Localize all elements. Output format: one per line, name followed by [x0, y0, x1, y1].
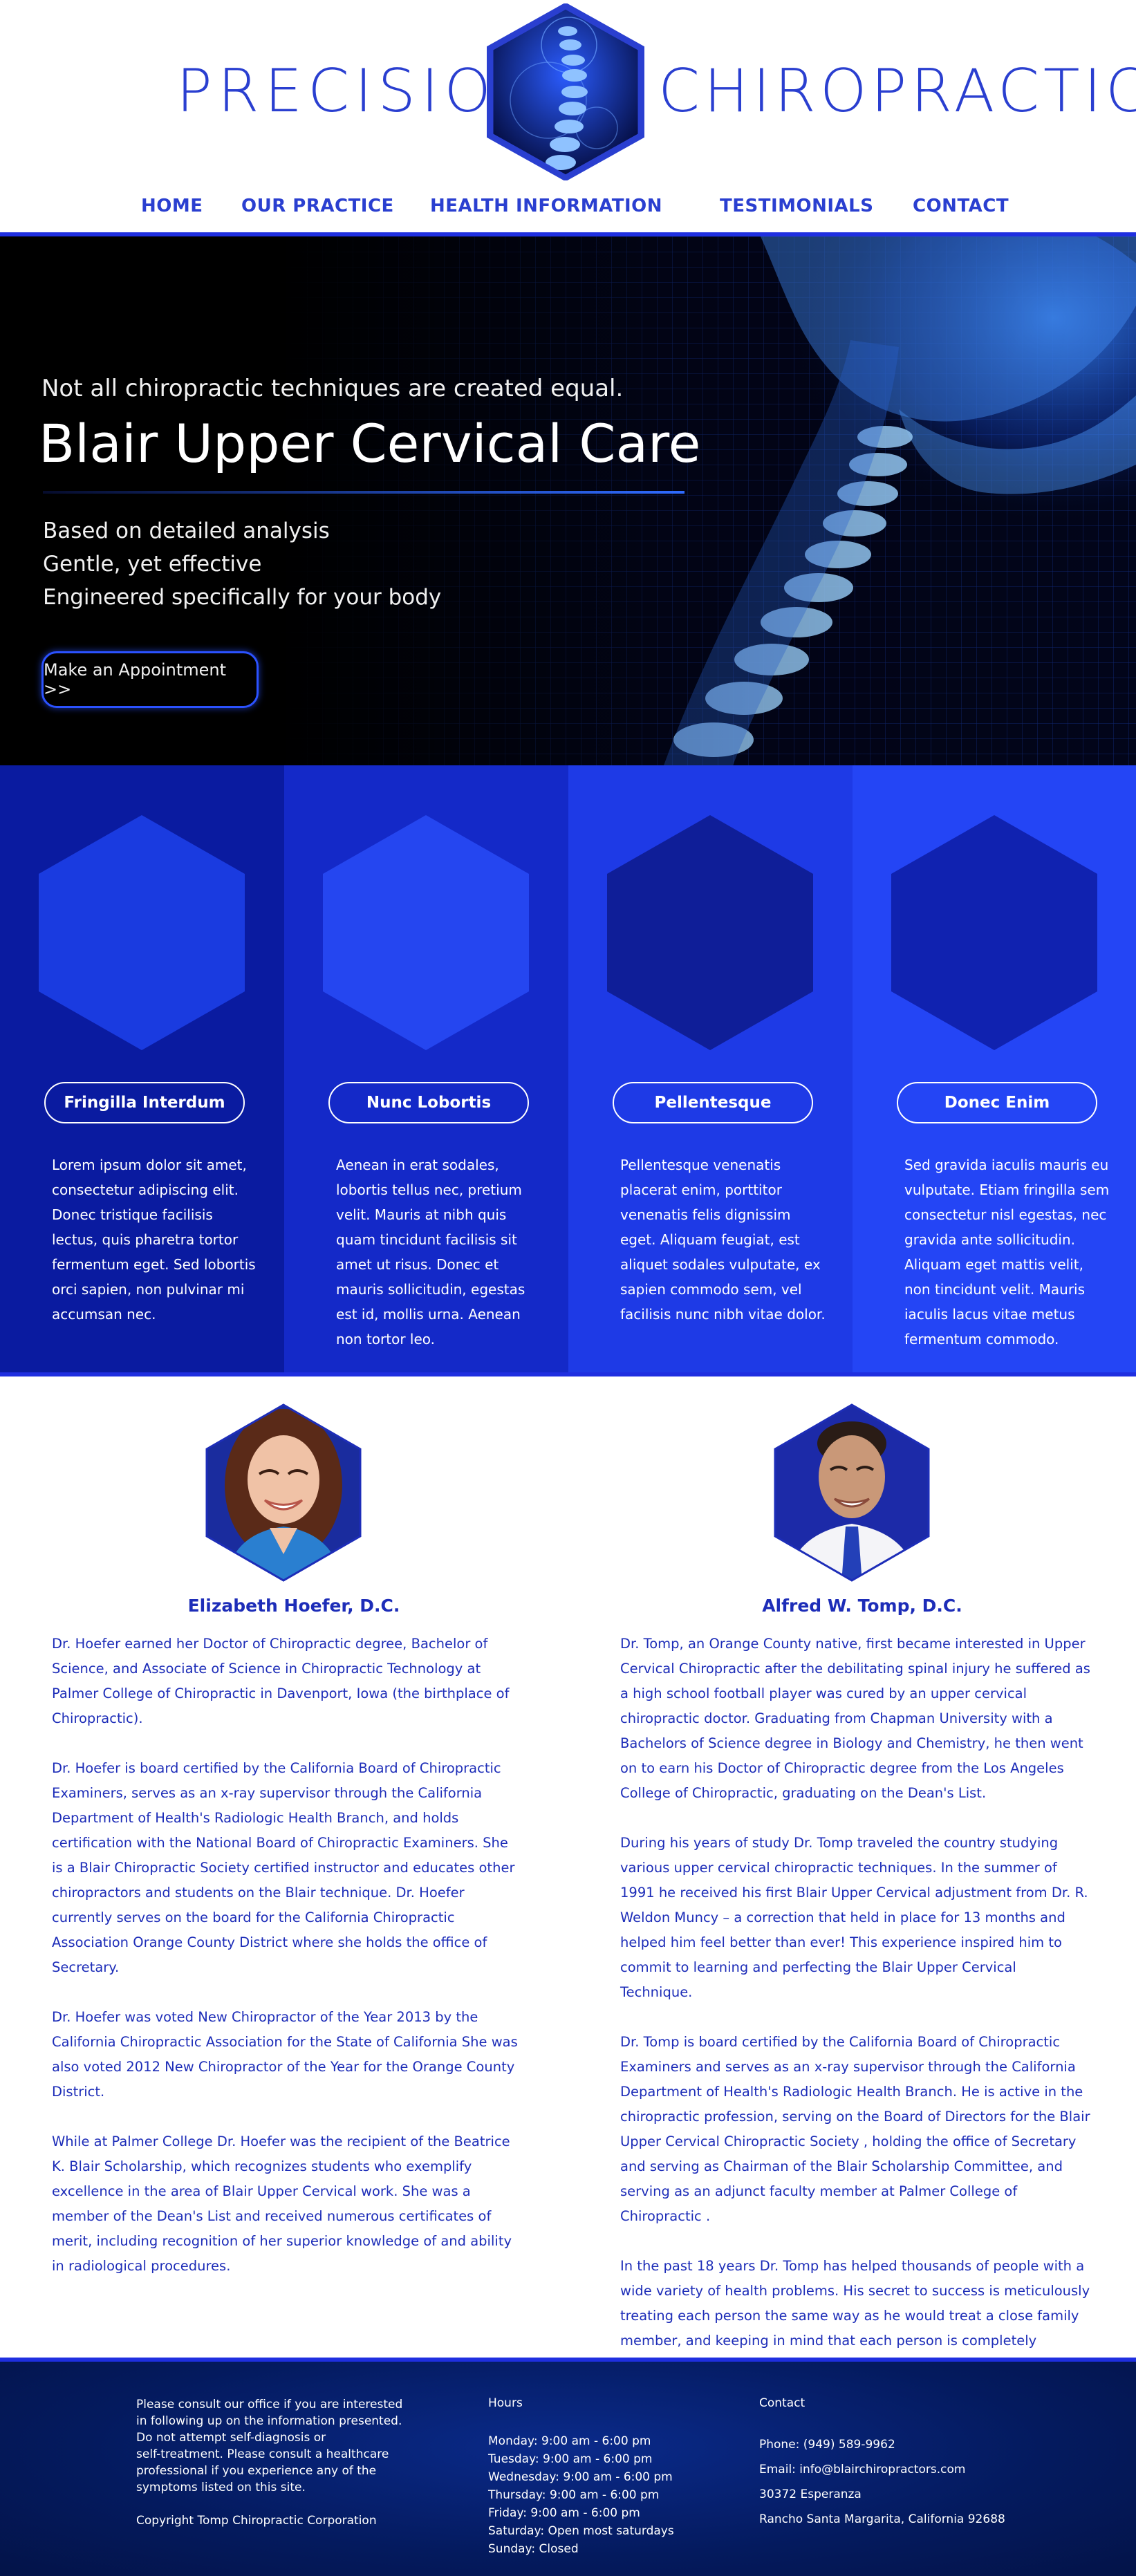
feature-hexagon-icon	[891, 815, 1097, 1050]
feature-title-button[interactable]: Pellentesque	[613, 1082, 813, 1123]
feature-title-button[interactable]: Nunc Lobortis	[328, 1082, 529, 1123]
footer-hours-list: Monday: 9:00 am - 6:00 pm Tuesday: 9:00 …	[488, 2432, 674, 2558]
footer-copyright: Copyright Tomp Chiropractic Corporation	[136, 2514, 377, 2528]
bio-paragraph: Dr. Hoefer earned her Doctor of Chiropra…	[52, 1636, 510, 1726]
feature-hexagon-icon	[39, 815, 245, 1050]
feature-column: Pellentesque Pellentesque venenatis plac…	[568, 765, 853, 1375]
feature-hexagon-icon	[607, 815, 813, 1050]
bio-paragraph: Dr. Hoefer was voted New Chiropractor of…	[52, 2009, 518, 2100]
hero-tagline: Not all chiropractic techniques are crea…	[41, 375, 624, 402]
nav-health-information[interactable]: HEALTH INFORMATION	[430, 196, 662, 216]
contact-address-line: Rancho Santa Margarita, California 92688	[759, 2512, 1005, 2526]
contact-address-line: 30372 Esperanza	[759, 2488, 862, 2501]
hours-line: Wednesday: 9:00 am - 6:00 pm	[488, 2470, 673, 2484]
contact-email-link[interactable]: Email: info@blairchiropractors.com	[759, 2457, 1005, 2482]
feature-column: Donec Enim Sed gravida iaculis mauris eu…	[853, 765, 1136, 1375]
hero-underline	[43, 491, 685, 494]
hero-title: Blair Upper Cervical Care	[39, 413, 701, 474]
disclaimer-line: symptoms listed on this site.	[136, 2481, 306, 2494]
bio-paragraph: Dr. Hoefer is board certified by the Cal…	[52, 1760, 515, 1975]
disclaimer-line: self-treatment. Please consult a healthc…	[136, 2447, 389, 2461]
site-header: PRECISION CHIROPRACTIC HOME OUR PRACTICE…	[0, 0, 1136, 236]
feature-description: Pellentesque venenatis placerat enim, po…	[620, 1157, 826, 1323]
footer-hours-heading: Hours	[488, 2396, 523, 2410]
hours-line: Tuesday: 9:00 am - 6:00 pm	[488, 2452, 653, 2466]
disclaimer-line: Please consult our office if you are int…	[136, 2398, 403, 2411]
hours-line: Sunday: Closed	[488, 2542, 579, 2556]
disclaimer-line: professional if you experience any of th…	[136, 2464, 377, 2478]
feature-description: Aenean in erat sodales, lobortis tellus …	[336, 1157, 525, 1347]
feature-description: Lorem ipsum dolor sit amet, consectetur …	[52, 1157, 256, 1323]
site-footer: Please consult our office if you are int…	[0, 2362, 1136, 2576]
doctor-name: Alfred W. Tomp, D.C.	[762, 1596, 962, 1616]
hero-banner: Not all chiropractic techniques are crea…	[0, 236, 1136, 765]
nav-testimonials[interactable]: TESTIMONIALS	[720, 196, 873, 216]
hero-benefits: Based on detailed analysis Gentle, yet e…	[43, 514, 441, 614]
spine-logo-icon[interactable]	[486, 3, 645, 180]
bio-paragraph: Dr. Tomp is board certified by the Calif…	[620, 2034, 1090, 2224]
footer-contact-list: Phone: (949) 589-9962 Email: info@blairc…	[759, 2432, 1005, 2532]
disclaimer-line: Do not attempt self-diagnosis or	[136, 2431, 326, 2445]
main-nav: HOME OUR PRACTICE HEALTH INFORMATION TES…	[0, 196, 1136, 223]
feature-column: Fringilla Interdum Lorem ipsum dolor sit…	[0, 765, 284, 1375]
logo-text-right[interactable]: CHIROPRACTIC	[658, 57, 1136, 126]
feature-title-button[interactable]: Fringilla Interdum	[44, 1082, 245, 1123]
feature-column: Nunc Lobortis Aenean in erat sodales, lo…	[284, 765, 568, 1375]
hours-line: Monday: 9:00 am - 6:00 pm	[488, 2434, 651, 2448]
hours-line: Saturday: Open most saturdays	[488, 2524, 674, 2538]
hours-line: Friday: 9:00 am - 6:00 pm	[488, 2506, 640, 2520]
doctor-name: Elizabeth Hoefer, D.C.	[187, 1596, 400, 1616]
footer-disclaimer: Please consult our office if you are int…	[136, 2396, 413, 2496]
hero-benefit-line: Based on detailed analysis	[43, 519, 330, 543]
footer-contact-heading: Contact	[759, 2396, 806, 2410]
bio-paragraph: During his years of study Dr. Tomp trave…	[620, 1835, 1088, 2000]
contact-phone-link[interactable]: Phone: (949) 589-9962	[759, 2432, 1005, 2457]
doctor-photo-tomp	[774, 1403, 930, 1582]
features-divider	[0, 1372, 1136, 1376]
make-appointment-button[interactable]: Make an Appointment >>	[41, 651, 259, 708]
doctor-photo-hoefer	[205, 1403, 362, 1582]
hero-benefit-line: Engineered specifically for your body	[43, 585, 442, 610]
doctor-bio: Dr. Tomp, an Orange County native, first…	[620, 1632, 1090, 2403]
doctor-bio: Dr. Hoefer earned her Doctor of Chiropra…	[52, 1632, 522, 2304]
feature-description: Sed gravida iaculis mauris eu vulputate.…	[904, 1157, 1110, 1347]
bio-paragraph: Dr. Tomp, an Orange County native, first…	[620, 1636, 1090, 1801]
feature-hexagon-icon	[323, 815, 529, 1050]
feature-title-button[interactable]: Donec Enim	[897, 1082, 1097, 1123]
hours-line: Thursday: 9:00 am - 6:00 pm	[488, 2488, 660, 2502]
hero-benefit-line: Gentle, yet effective	[43, 552, 262, 577]
disclaimer-line: in following up on the information prese…	[136, 2414, 402, 2428]
nav-our-practice[interactable]: OUR PRACTICE	[241, 196, 394, 216]
bio-paragraph: While at Palmer College Dr. Hoefer was t…	[52, 2134, 512, 2274]
xray-neck-image	[277, 236, 1136, 765]
features-section: Fringilla Interdum Lorem ipsum dolor sit…	[0, 765, 1136, 1375]
nav-contact[interactable]: CONTACT	[913, 196, 1009, 216]
nav-home[interactable]: HOME	[141, 196, 203, 216]
